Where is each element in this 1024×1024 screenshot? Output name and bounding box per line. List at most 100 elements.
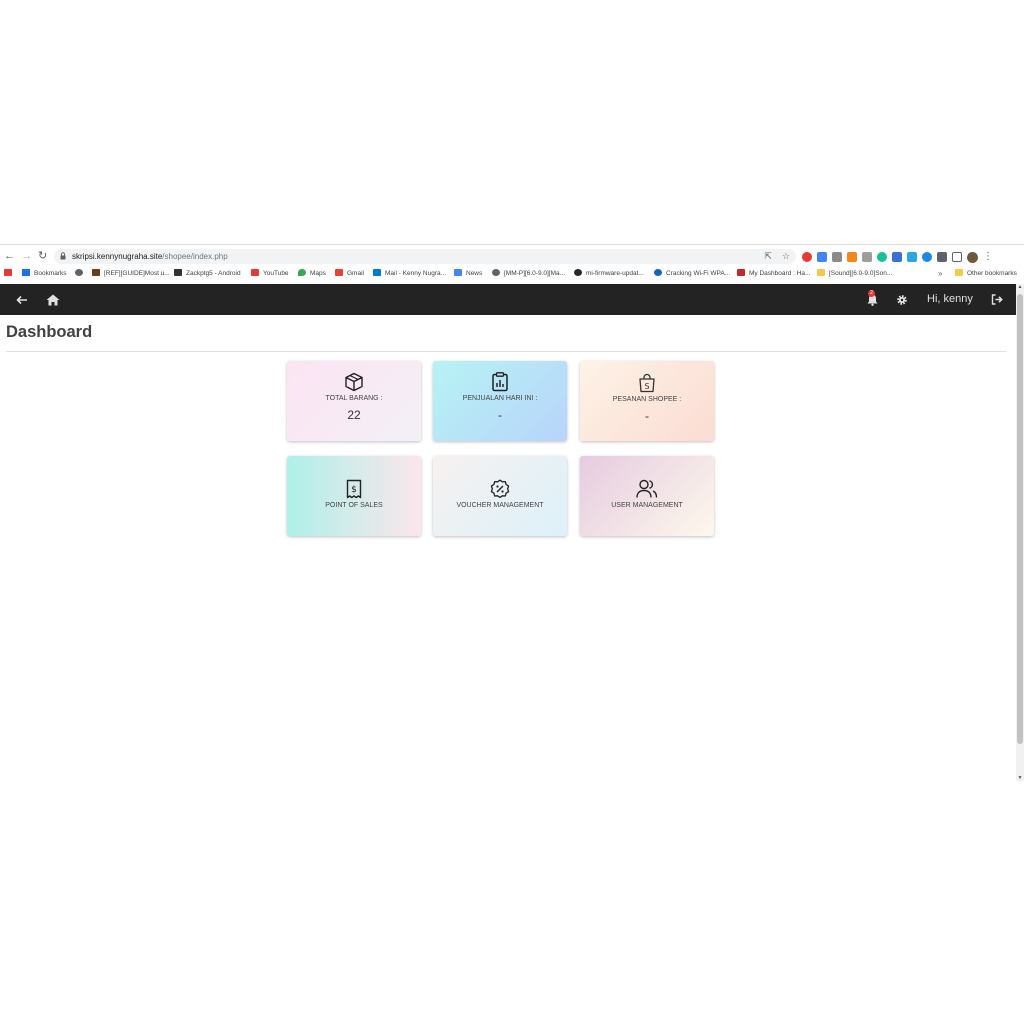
clipboard-chart-icon (433, 372, 567, 392)
notifications-button[interactable]: 2 (862, 284, 882, 315)
page-scrollbar[interactable]: ▲ ▼ (1016, 284, 1024, 781)
shopping-bag-icon: S (580, 373, 714, 393)
bookmark-item[interactable]: Cracking Wi-Fi WPA... (654, 267, 730, 280)
bookmark-label: [REF][GUIDE]Most u... (104, 270, 170, 277)
page-title: Dashboard (6, 323, 93, 341)
app-navbar: 2 Hi, kenny (0, 284, 1016, 315)
bookmark-label: Cracking Wi-Fi WPA... (666, 270, 731, 277)
bookmark-label: My Dashboard : Ha... (749, 270, 811, 277)
omnibox-actions: ⇱ ☆ (764, 250, 790, 263)
extensions-bar: ⋮ (802, 251, 993, 263)
address-row: ← → ↻ skripsi.kennynugraha.site/shopee/i… (0, 248, 1024, 266)
svg-text:S: S (644, 382, 649, 391)
back-arrow-icon[interactable]: ← (4, 249, 15, 263)
scroll-up-arrow-icon[interactable]: ▲ (1016, 284, 1024, 290)
card-value: - (498, 408, 502, 422)
bookmark-label: mi-firmware-updat... (586, 270, 644, 277)
notification-badge: 2 (868, 290, 875, 297)
logout-button[interactable] (987, 284, 1007, 315)
bookmark-item[interactable]: Zackptg5 - Android (174, 267, 241, 280)
folder-icon (955, 269, 963, 276)
card-label: USER MANAGEMENT (611, 502, 683, 509)
bookmarks-overflow-button[interactable]: » (938, 267, 942, 280)
bookmark-youtube-app[interactable] (4, 267, 16, 280)
bookmarks-bar: Bookmarks [REF][GUIDE]Most u... Zackptg5… (0, 267, 1024, 281)
box-icon (287, 372, 421, 392)
card-total-barang[interactable]: TOTAL BARANG : 22 (287, 361, 421, 441)
card-label: TOTAL BARANG : (325, 395, 383, 402)
card-user-management[interactable]: USER MANAGEMENT (580, 456, 714, 536)
card-voucher-management[interactable]: VOUCHER MANAGEMENT (433, 456, 567, 536)
mail-extension-icon[interactable] (862, 252, 872, 262)
bookmark-item[interactable]: mi-firmware-updat... (574, 267, 644, 280)
bookmark-item[interactable]: Gmail (335, 267, 364, 280)
bookmark-label: Mail - Kenny Nugra... (385, 270, 447, 277)
scroll-down-arrow-icon[interactable]: ▼ (1016, 775, 1024, 781)
card-value: - (645, 409, 649, 423)
sign-out-icon (991, 294, 1003, 305)
other-bookmarks-folder[interactable]: Other bookmarks (955, 267, 1017, 280)
bookmark-item[interactable]: News (454, 267, 482, 280)
address-bar[interactable]: skripsi.kennynugraha.site/shopee/index.p… (54, 249, 796, 264)
url-host: skripsi.kennynugraha.site (72, 252, 163, 261)
url-path: /shopee/index.php (162, 252, 228, 261)
bookmark-label: Zackptg5 - Android (186, 270, 241, 277)
card-label: POINT OF SALES (325, 502, 383, 509)
vpn-extension-icon[interactable] (892, 252, 902, 262)
sidepanel-icon[interactable] (952, 252, 962, 262)
puzzle-extension-icon[interactable] (937, 252, 947, 262)
user-greeting[interactable]: Hi, kenny (927, 284, 973, 315)
bookmark-globe[interactable] (75, 267, 87, 280)
card-label: PESANAN SHOPEE : (612, 396, 682, 403)
reload-icon[interactable]: ↻ (38, 249, 47, 263)
card-point-of-sales[interactable]: $ POINT OF SALES (287, 456, 421, 536)
url-text: skripsi.kennynugraha.site/shopee/index.p… (72, 250, 228, 263)
bookmark-label: Maps (310, 270, 326, 277)
settings-button[interactable] (892, 284, 912, 315)
other-bookmarks-label: Other bookmarks (967, 270, 1017, 277)
shield-extension-icon[interactable] (922, 252, 932, 262)
bookmark-item[interactable]: YouTube (251, 267, 289, 280)
bookmark-label: [Sound][6.0-9.0]Son... (829, 270, 893, 277)
browser-window: ← → ↻ skripsi.kennynugraha.site/shopee/i… (0, 244, 1024, 781)
gear-icon (897, 294, 907, 305)
bookmark-item[interactable]: [MM-P][6.0-9.0][Ma... (492, 267, 565, 280)
metamask-extension-icon[interactable] (847, 252, 857, 262)
card-label: PENJUALAN HARI INI : (462, 395, 538, 402)
bookmark-item[interactable]: [Sound][6.0-9.0]Son... (817, 267, 892, 280)
bookmark-item[interactable]: My Dashboard : Ha... (737, 267, 810, 280)
bookmark-label: [MM-P][6.0-9.0][Ma... (504, 270, 566, 277)
home-icon (46, 294, 60, 305)
bookmark-item[interactable]: Mail - Kenny Nugra... (373, 267, 446, 280)
card-penjualan-hari-ini[interactable]: PENJUALAN HARI INI : - (433, 361, 567, 441)
card-pesanan-shopee[interactable]: S PESANAN SHOPEE : - (580, 361, 714, 441)
bookmark-label: YouTube (263, 270, 289, 277)
share-icon[interactable]: ⇱ (764, 251, 772, 261)
bookmark-label: Bookmarks (34, 270, 67, 277)
scrollbar-thumb[interactable] (1017, 294, 1023, 744)
users-icon (580, 479, 714, 499)
card-value: 22 (347, 408, 361, 422)
bookmark-item[interactable]: Bookmarks (22, 267, 67, 280)
star-icon[interactable]: ☆ (782, 251, 790, 261)
window-extension-icon[interactable] (907, 252, 917, 262)
home-button[interactable] (43, 284, 63, 315)
bookmark-label: News (466, 270, 483, 277)
bookmark-label: Gmail (347, 270, 364, 277)
receipt-icon: $ (287, 479, 421, 499)
opera-extension-icon[interactable] (802, 252, 812, 262)
translate-extension-icon[interactable] (817, 252, 827, 262)
discount-badge-icon (433, 479, 567, 499)
card-label: VOUCHER MANAGEMENT (456, 502, 544, 509)
lock-icon (60, 252, 66, 260)
grammarly-extension-icon[interactable] (877, 252, 887, 262)
screenshot-extension-icon[interactable] (832, 252, 842, 262)
browser-menu-icon[interactable]: ⋮ (983, 252, 993, 262)
bookmark-item[interactable]: [REF][GUIDE]Most u... (92, 267, 170, 280)
forward-arrow-icon[interactable]: → (21, 249, 32, 263)
back-button[interactable] (12, 284, 32, 315)
svg-text:$: $ (351, 485, 357, 495)
profile-avatar[interactable] (967, 251, 978, 263)
title-divider (6, 351, 1006, 352)
bookmark-item[interactable]: Maps (298, 267, 326, 280)
